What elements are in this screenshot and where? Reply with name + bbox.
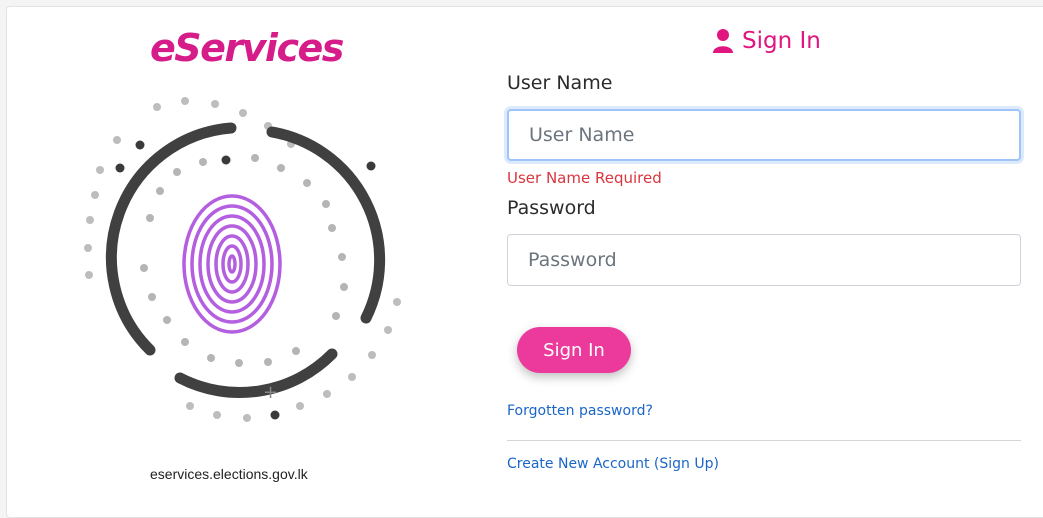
signin-title: Sign In [742, 28, 821, 54]
site-url: eservices.elections.gov.lk [150, 466, 308, 482]
branding-panel: eServices + eservices.elections.gov.lk [0, 0, 490, 499]
plus-mark: + [263, 382, 278, 403]
username-input[interactable] [507, 109, 1021, 161]
ring-arcs [105, 122, 386, 398]
forgot-password-link[interactable]: Forgotten password? [507, 403, 653, 419]
inner-dots [140, 154, 348, 367]
create-account-link[interactable]: Create New Account (Sign Up) [507, 456, 719, 472]
password-label: Password [507, 197, 596, 219]
fingerprint-ring-graphic: + [84, 97, 401, 422]
eservices-logo: eServices [150, 26, 344, 70]
divider [507, 440, 1021, 441]
password-input[interactable] [507, 234, 1021, 286]
fingerprint-icon [182, 194, 282, 334]
username-error: User Name Required [507, 169, 662, 187]
signin-button[interactable]: Sign In [517, 327, 631, 373]
user-icon [713, 29, 733, 53]
username-label: User Name [507, 72, 613, 94]
signin-header: Sign In [712, 28, 821, 54]
outer-dots [84, 97, 401, 422]
